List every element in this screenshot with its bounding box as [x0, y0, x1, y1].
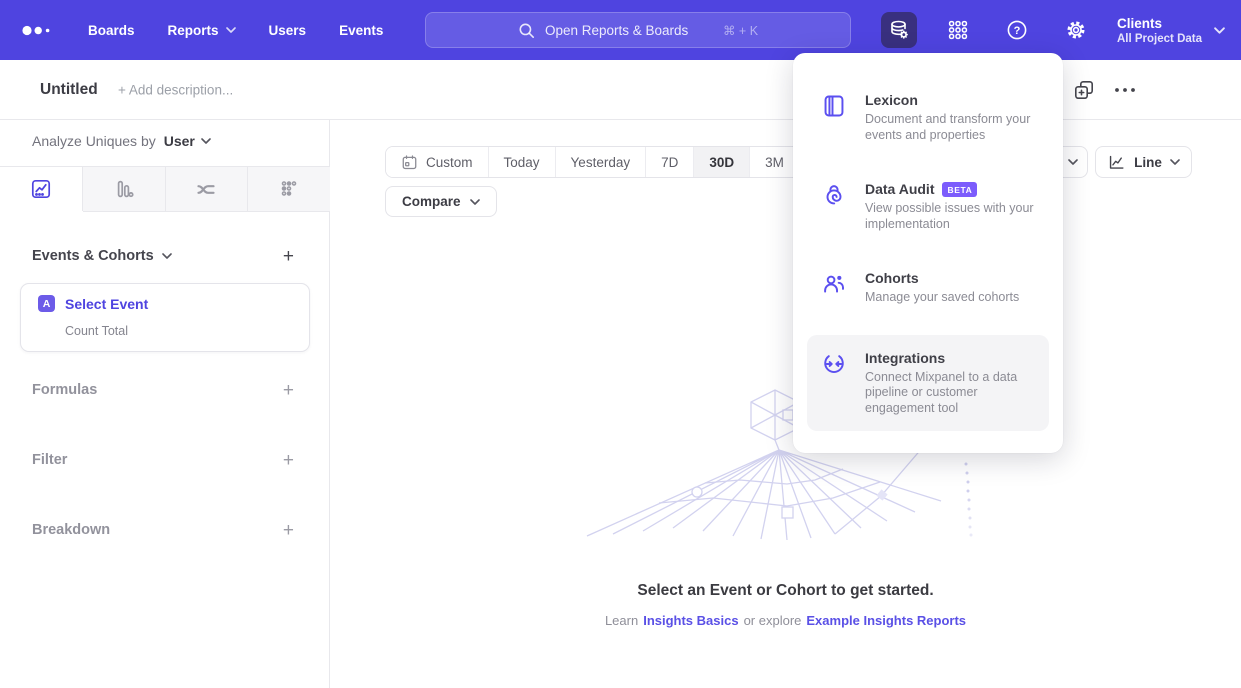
breakdown-label: Breakdown: [32, 522, 110, 538]
add-description-button[interactable]: + Add description...: [118, 82, 233, 97]
date-range-control: Custom Today Yesterday 7D 30D 3M 6M: [385, 146, 850, 178]
chevron-down-icon: [1214, 27, 1225, 34]
select-event-label: Select Event: [65, 296, 148, 312]
data-management-menu: Lexicon Document and transform your even…: [793, 53, 1063, 453]
mixpanel-logo: [22, 24, 52, 37]
date-range-30d[interactable]: 30D: [693, 147, 749, 177]
date-range-today[interactable]: Today: [488, 147, 555, 177]
add-event-button[interactable]: +: [283, 247, 294, 266]
query-builder-sidebar: Analyze Uniques by User: [0, 120, 330, 688]
integrations-icon: [821, 350, 847, 417]
chart-type-dropdown[interactable]: Line: [1095, 146, 1192, 178]
chevron-down-icon: [226, 27, 236, 33]
explore-middle: or explore: [744, 613, 802, 628]
copy-plus-icon: [1072, 78, 1096, 102]
filter-section: Filter +: [0, 449, 330, 471]
learn-prefix: Learn: [605, 613, 638, 628]
events-cohorts-label[interactable]: Events & Cohorts: [32, 248, 172, 264]
menu-item-integrations[interactable]: Integrations Connect Mixpanel to a data …: [807, 335, 1049, 432]
add-filter-button[interactable]: +: [283, 451, 294, 470]
beta-badge: BETA: [942, 182, 977, 197]
project-name: Clients: [1117, 16, 1162, 31]
help-icon: ?: [1005, 18, 1029, 42]
help-button[interactable]: ?: [999, 12, 1035, 48]
line-chart-tab-icon: [30, 178, 52, 200]
project-scope: All Project Data: [1117, 33, 1202, 45]
formulas-label: Formulas: [32, 382, 97, 398]
settings-button[interactable]: [1058, 12, 1094, 48]
event-aggregation-label[interactable]: Count Total: [65, 324, 128, 338]
lexicon-icon: [821, 92, 847, 143]
tab-bar-chart[interactable]: [83, 167, 166, 211]
events-cohorts-section: Events & Cohorts +: [0, 245, 330, 267]
filter-label: Filter: [32, 452, 67, 468]
example-reports-link[interactable]: Example Insights Reports: [806, 613, 966, 628]
more-options-button[interactable]: [1114, 87, 1136, 93]
chevron-down-icon: [1068, 159, 1078, 165]
gear-icon: [1064, 18, 1088, 42]
search-icon: [518, 22, 535, 39]
nav-reports[interactable]: Reports: [168, 23, 236, 38]
chevron-down-icon: [1170, 159, 1180, 165]
cohorts-description: Manage your saved cohorts: [865, 290, 1043, 306]
breakdown-section: Breakdown +: [0, 519, 330, 541]
tab-flow-chart[interactable]: [166, 167, 249, 211]
tab-metric[interactable]: [248, 167, 330, 211]
report-canvas: Custom Today Yesterday 7D 30D 3M 6M Comp…: [330, 120, 1241, 688]
search-input[interactable]: [545, 23, 713, 38]
date-range-custom[interactable]: Custom: [386, 147, 488, 177]
data-management-button[interactable]: [881, 12, 917, 48]
calendar-icon: [401, 154, 418, 171]
cohorts-icon: [821, 270, 847, 306]
grid-icon: [946, 18, 970, 42]
svg-text:?: ?: [1014, 25, 1021, 37]
database-gear-icon: [887, 18, 911, 42]
chart-type-tabs: [0, 166, 330, 212]
menu-item-cohorts[interactable]: Cohorts Manage your saved cohorts: [807, 255, 1049, 321]
data-audit-description: View possible issues with your implement…: [865, 201, 1043, 232]
insights-basics-link[interactable]: Insights Basics: [643, 613, 738, 628]
lexicon-description: Document and transform your events and p…: [865, 112, 1043, 143]
event-series-badge: A: [38, 295, 55, 312]
nav-right-cluster: ? Clients All Project Data: [881, 0, 1225, 60]
select-event-card[interactable]: A Select Event Count Total: [20, 283, 310, 352]
line-chart-icon: [1107, 153, 1126, 172]
analyze-label: Analyze Uniques by: [32, 133, 156, 149]
menu-item-lexicon[interactable]: Lexicon Document and transform your even…: [807, 77, 1049, 158]
compare-button[interactable]: Compare: [385, 186, 497, 217]
analyze-unit-dropdown[interactable]: User: [164, 133, 211, 149]
global-search[interactable]: ⌘ + K: [425, 12, 851, 48]
primary-nav: Boards Reports Users Events: [88, 23, 383, 38]
chevron-down-icon: [470, 199, 480, 205]
date-range-yesterday[interactable]: Yesterday: [555, 147, 646, 177]
date-range-7d[interactable]: 7D: [645, 147, 693, 177]
add-formula-button[interactable]: +: [283, 381, 294, 400]
empty-state-links: Learn Insights Basics or explore Example…: [330, 613, 1241, 628]
apps-grid-button[interactable]: [940, 12, 976, 48]
report-title[interactable]: Untitled: [40, 81, 98, 99]
top-nav: Boards Reports Users Events ⌘ + K: [0, 0, 1241, 60]
ellipsis-icon: [1114, 87, 1136, 93]
integrations-description: Connect Mixpanel to a data pipeline or c…: [865, 370, 1043, 417]
flow-tab-icon: [195, 178, 217, 200]
data-audit-icon: [821, 181, 847, 232]
project-switcher[interactable]: Clients All Project Data: [1117, 16, 1225, 45]
empty-state-title: Select an Event or Cohort to get started…: [330, 582, 1241, 600]
metric-tab-icon: [278, 178, 300, 200]
nav-events[interactable]: Events: [339, 23, 383, 38]
tab-insights-line[interactable]: [0, 167, 83, 211]
chevron-down-icon: [162, 253, 172, 259]
bar-chart-tab-icon: [113, 178, 135, 200]
analyze-row: Analyze Uniques by User: [32, 133, 211, 149]
menu-item-data-audit[interactable]: Data Audit BETA View possible issues wit…: [807, 166, 1049, 247]
nav-users[interactable]: Users: [269, 23, 307, 38]
formulas-section: Formulas +: [0, 379, 330, 401]
search-shortcut: ⌘ + K: [723, 23, 758, 38]
duplicate-report-button[interactable]: [1072, 78, 1096, 102]
add-breakdown-button[interactable]: +: [283, 521, 294, 540]
date-range-3m[interactable]: 3M: [749, 147, 799, 177]
nav-boards[interactable]: Boards: [88, 23, 135, 38]
chevron-down-icon: [201, 138, 211, 144]
